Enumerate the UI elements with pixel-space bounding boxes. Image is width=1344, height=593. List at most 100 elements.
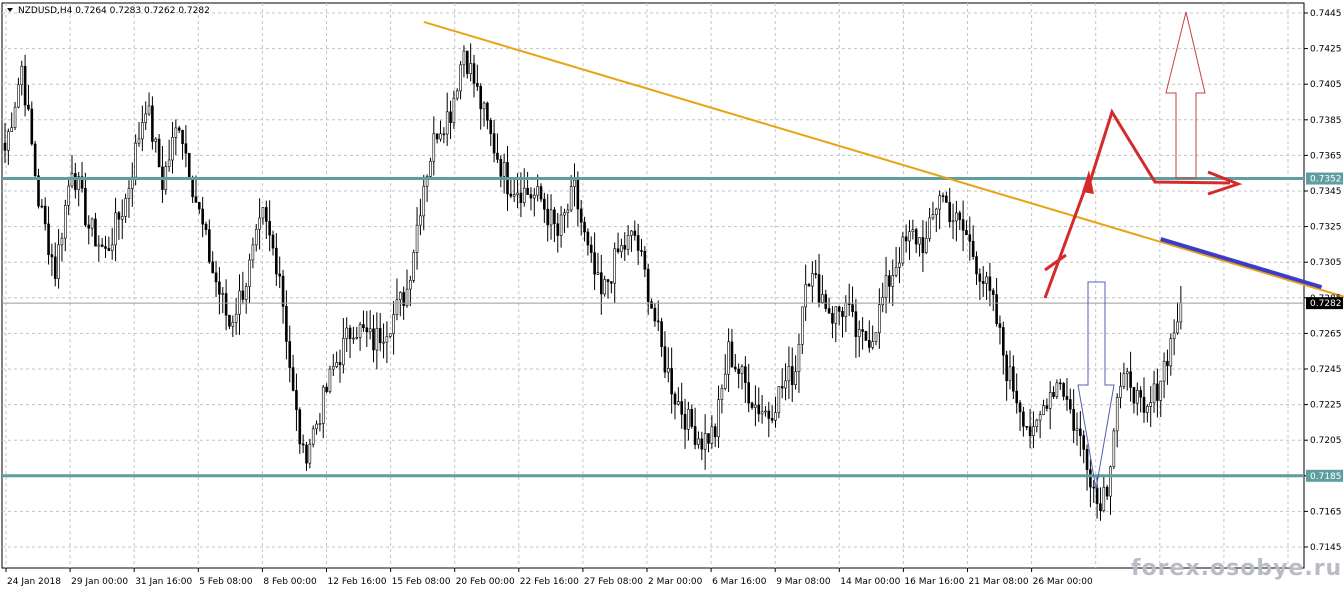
candle (43, 197, 47, 231)
candle-body (573, 179, 576, 187)
candle (851, 286, 854, 318)
candle (881, 282, 885, 313)
candle (499, 155, 503, 188)
candle-body (231, 322, 235, 327)
dropdown-triangle-icon[interactable] (7, 8, 13, 12)
candle-body (754, 404, 757, 408)
candle-body (546, 208, 550, 226)
candle (141, 105, 144, 152)
candle-body (854, 311, 858, 338)
candle (117, 210, 121, 240)
candle (1105, 484, 1109, 501)
candle (57, 229, 60, 289)
candle (151, 96, 154, 150)
x-tick-label: 27 Feb 08:00 (584, 577, 643, 587)
candle-body (177, 127, 181, 131)
candle-body (1136, 390, 1139, 404)
candle-body (653, 307, 657, 322)
candle-body (137, 138, 141, 144)
candle-body (486, 102, 489, 121)
candle-body (141, 122, 144, 140)
candle-body (1022, 411, 1025, 427)
candle-body (368, 328, 372, 333)
candle-body (894, 266, 898, 276)
candle (596, 252, 600, 275)
x-tick-label: 6 Mar 16:00 (712, 577, 767, 587)
candle-body (687, 409, 690, 430)
candle-body (824, 294, 828, 309)
candle (244, 282, 248, 314)
candle (1082, 430, 1085, 464)
candle-body (975, 256, 978, 275)
candle-body (218, 281, 221, 295)
candle (1102, 476, 1106, 513)
candle (921, 220, 925, 273)
candle-body (576, 179, 580, 210)
candle-body (74, 173, 77, 190)
x-tick-label: 29 Jan 00:00 (71, 577, 128, 587)
candle-body (110, 244, 114, 251)
candle (465, 50, 469, 79)
candle (670, 347, 673, 414)
candle-body (1042, 405, 1045, 415)
candle-body (264, 207, 268, 222)
candle (650, 298, 653, 309)
y-tick-label: 0.7385 (1310, 116, 1342, 126)
highlight-segment[interactable] (1160, 237, 1323, 290)
candle (388, 333, 392, 339)
candle-body (476, 83, 479, 87)
candle (432, 116, 436, 176)
price-chart[interactable]: 0.7445 0.7425 0.7405 0.7385 0.7365 0.7345 0.73… (0, 0, 1344, 593)
candle-body (328, 368, 332, 392)
candle-body (1048, 392, 1052, 409)
candle-body (553, 209, 556, 225)
candle (13, 101, 17, 131)
candle-body (37, 175, 40, 207)
candle (335, 351, 338, 369)
candle (1072, 389, 1075, 444)
candle (321, 384, 325, 439)
candle-body (187, 152, 191, 180)
candle (794, 355, 797, 390)
candle-body (891, 274, 895, 287)
candle-body (181, 129, 184, 144)
candle-body (1052, 392, 1055, 397)
candle (787, 346, 791, 399)
candle (606, 279, 610, 299)
candle-body (194, 196, 198, 203)
candle-body (415, 224, 419, 253)
candle (777, 386, 781, 419)
candle (526, 172, 529, 196)
candle (352, 326, 355, 344)
candle (1166, 349, 1169, 385)
candle-body (569, 186, 573, 211)
candle (586, 228, 590, 256)
candle (951, 203, 955, 240)
candle-body (911, 229, 915, 232)
candle-body (777, 386, 781, 413)
candle (462, 45, 466, 78)
candle-body (620, 245, 623, 253)
candle (620, 238, 623, 258)
candle-body (1139, 390, 1142, 398)
candle (372, 314, 375, 363)
candle (780, 368, 784, 399)
candle (298, 407, 302, 454)
candle (680, 382, 684, 429)
candle-body (33, 143, 37, 177)
candle-body (985, 276, 988, 284)
candle (522, 168, 526, 207)
candle-body (285, 306, 288, 342)
candle (33, 140, 37, 179)
candle-body (174, 127, 178, 138)
candle-body (198, 202, 201, 210)
candle-body (928, 217, 931, 239)
candle-body (700, 438, 704, 450)
candle-body (991, 290, 995, 295)
candle (1085, 444, 1089, 491)
candle-body (817, 274, 821, 303)
candle-body (1001, 327, 1005, 356)
candle-body (797, 343, 801, 373)
candle (211, 251, 214, 274)
candle-body (965, 229, 968, 236)
